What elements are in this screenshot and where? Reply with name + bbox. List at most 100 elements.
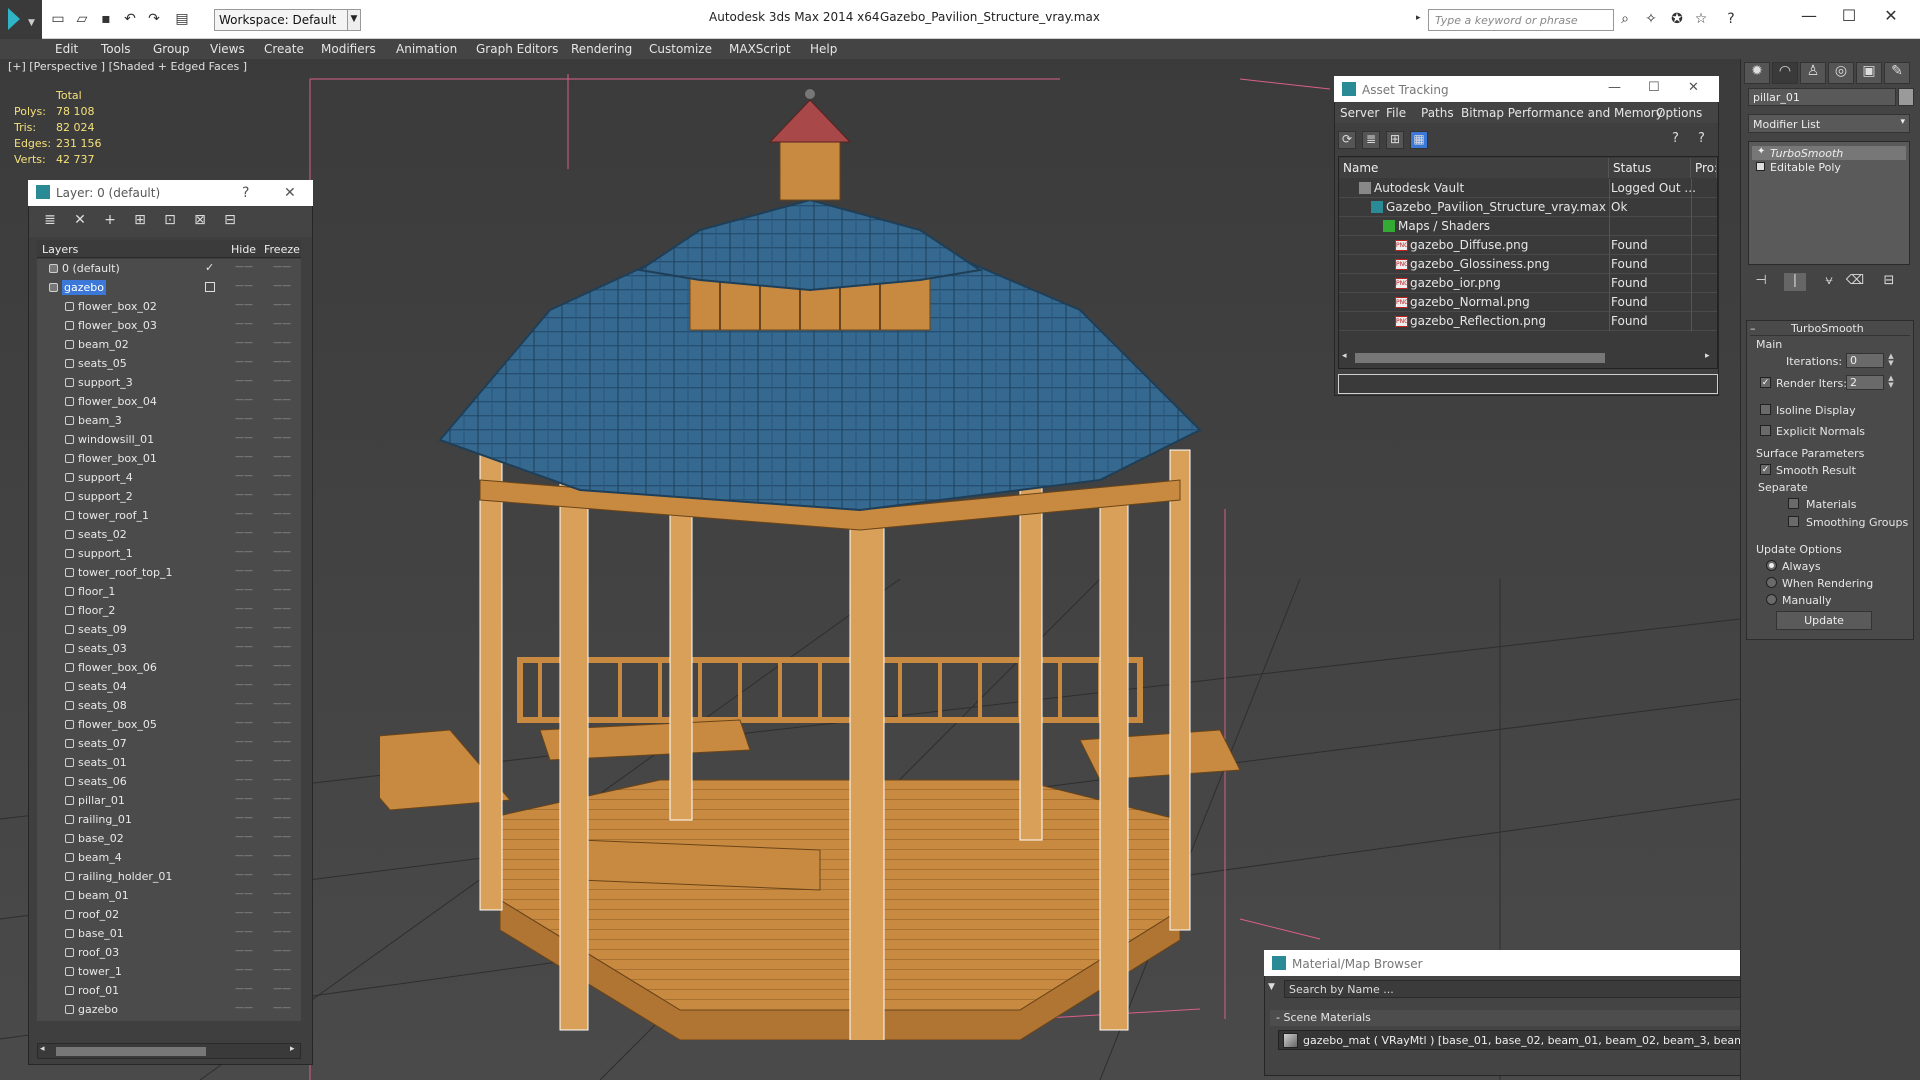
- object-row[interactable]: seats_07 —— ——: [37, 734, 301, 753]
- smoothing-groups-checkbox[interactable]: [1788, 516, 1799, 527]
- menu-tools[interactable]: Tools: [101, 42, 131, 56]
- hide-toggle-icon[interactable]: ——: [235, 395, 253, 405]
- delete-layer-icon[interactable]: ✕: [70, 212, 90, 232]
- hide-toggle-icon[interactable]: ——: [235, 338, 253, 348]
- render-iters-spinner[interactable]: 2: [1846, 375, 1884, 390]
- freeze-toggle-icon[interactable]: ——: [273, 737, 291, 747]
- materials-checkbox[interactable]: [1788, 498, 1799, 509]
- workspace-menu-arrow[interactable]: ▼: [347, 9, 361, 31]
- vault-help-icon[interactable]: ?: [1672, 131, 1679, 146]
- lightbulb-icon[interactable]: ✦: [1757, 146, 1765, 157]
- freeze-toggle-icon[interactable]: ——: [273, 718, 291, 728]
- hide-toggle-icon[interactable]: ——: [235, 889, 253, 899]
- hide-toggle-icon[interactable]: ——: [235, 357, 253, 367]
- hide-toggle-icon[interactable]: ——: [235, 281, 253, 291]
- hide-toggle-icon[interactable]: ——: [235, 528, 253, 538]
- menu-modifiers[interactable]: Modifiers: [321, 42, 376, 56]
- hide-toggle-icon[interactable]: ——: [235, 1003, 253, 1013]
- hide-toggle-icon[interactable]: ——: [235, 927, 253, 937]
- hide-toggle-icon[interactable]: ——: [235, 794, 253, 804]
- hide-toggle-icon[interactable]: ——: [235, 547, 253, 557]
- hide-toggle-icon[interactable]: ——: [235, 680, 253, 690]
- asset-row[interactable]: Maps / Shaders: [1339, 217, 1717, 236]
- hide-toggle-icon[interactable]: ——: [235, 585, 253, 595]
- object-row[interactable]: roof_03 —— ——: [37, 943, 301, 962]
- freeze-toggle-icon[interactable]: ——: [273, 756, 291, 766]
- freeze-toggle-icon[interactable]: ——: [273, 281, 291, 291]
- maximize-icon[interactable]: ☐: [1834, 6, 1864, 25]
- hide-toggle-icon[interactable]: ——: [235, 471, 253, 481]
- object-row[interactable]: base_01 —— ——: [37, 924, 301, 943]
- tree-view-icon[interactable]: ⊞: [1386, 131, 1404, 149]
- save-file-icon[interactable]: ▪: [96, 11, 116, 27]
- object-row[interactable]: gazebo —— ——: [37, 1000, 301, 1019]
- asset-path-field[interactable]: [1338, 374, 1718, 394]
- freeze-toggle-icon[interactable]: ——: [273, 775, 291, 785]
- object-row[interactable]: windowsill_01 —— ——: [37, 430, 301, 449]
- hide-toggle-icon[interactable]: ——: [235, 908, 253, 918]
- object-row[interactable]: floor_2 —— ——: [37, 601, 301, 620]
- configure-sets-icon[interactable]: ⊟: [1878, 273, 1900, 291]
- layers-column-header[interactable]: Layers: [42, 243, 78, 256]
- object-row[interactable]: seats_04 —— ——: [37, 677, 301, 696]
- scrollbar-thumb[interactable]: [1355, 353, 1605, 363]
- browser-options-icon[interactable]: ▼: [1268, 982, 1275, 992]
- freeze-toggle-icon[interactable]: ——: [273, 414, 291, 424]
- hide-toggle-icon[interactable]: ——: [235, 642, 253, 652]
- remove-modifier-icon[interactable]: ⌫: [1844, 273, 1866, 291]
- freeze-toggle-icon[interactable]: ——: [273, 490, 291, 500]
- maximize-icon[interactable]: ☐: [1648, 80, 1660, 95]
- pin-stack-icon[interactable]: ⊣: [1750, 273, 1772, 291]
- object-row[interactable]: seats_06 —— ——: [37, 772, 301, 791]
- display-tab-icon[interactable]: ▣: [1856, 62, 1882, 84]
- minimize-icon[interactable]: —: [1794, 6, 1824, 25]
- asset-menu-file[interactable]: File: [1386, 106, 1406, 120]
- freeze-toggle-icon[interactable]: ——: [273, 680, 291, 690]
- object-row[interactable]: beam_3 —— ——: [37, 411, 301, 430]
- workspace-dropdown[interactable]: Workspace: Default▾: [214, 9, 359, 31]
- asset-row[interactable]: PNG gazebo_Reflection.png Found: [1339, 312, 1717, 331]
- object-row[interactable]: seats_01 —— ——: [37, 753, 301, 772]
- freeze-toggle-icon[interactable]: ——: [273, 794, 291, 804]
- current-layer-check-icon[interactable]: ✓: [205, 261, 214, 274]
- freeze-toggle-icon[interactable]: ——: [273, 604, 291, 614]
- hide-toggle-icon[interactable]: ——: [235, 756, 253, 766]
- when-rendering-radio[interactable]: [1766, 577, 1777, 588]
- object-row[interactable]: beam_01 —— ——: [37, 886, 301, 905]
- object-row[interactable]: tower_roof_1 —— ——: [37, 506, 301, 525]
- always-radio[interactable]: [1766, 560, 1777, 571]
- isoline-display-checkbox[interactable]: [1760, 404, 1771, 415]
- undo-icon[interactable]: ↶: [120, 11, 140, 27]
- freeze-toggle-icon[interactable]: ——: [273, 623, 291, 633]
- menu-help[interactable]: Help: [810, 42, 837, 56]
- search-input[interactable]: Type a keyword or phrase: [1428, 9, 1614, 31]
- explicit-normals-checkbox[interactable]: [1760, 425, 1771, 436]
- hide-column-header[interactable]: Hide: [231, 243, 256, 256]
- hide-toggle-icon[interactable]: ——: [235, 414, 253, 424]
- spinner-arrows-icon[interactable]: ▲ ▼: [1886, 375, 1896, 390]
- asset-row[interactable]: PNG gazebo_Diffuse.png Found: [1339, 236, 1717, 255]
- freeze-toggle-icon[interactable]: ——: [273, 319, 291, 329]
- stack-item-editable-poly[interactable]: Editable Poly: [1752, 160, 1906, 174]
- scroll-left-icon[interactable]: ◂: [1342, 351, 1347, 361]
- freeze-toggle-icon[interactable]: ——: [273, 1003, 291, 1013]
- object-row[interactable]: beam_02 —— ——: [37, 335, 301, 354]
- freeze-toggle-icon[interactable]: ——: [273, 433, 291, 443]
- object-row[interactable]: railing_holder_01 —— ——: [37, 867, 301, 886]
- asset-row[interactable]: Gazebo_Pavilion_Structure_vray.max Ok: [1339, 198, 1717, 217]
- render-iters-checkbox[interactable]: ✓: [1760, 377, 1771, 388]
- set-current-layer-icon[interactable]: ⊠: [190, 212, 210, 232]
- hide-toggle-icon[interactable]: ——: [235, 965, 253, 975]
- asset-row[interactable]: PNG gazebo_Glossiness.png Found: [1339, 255, 1717, 274]
- freeze-toggle-icon[interactable]: ——: [273, 376, 291, 386]
- redo-icon[interactable]: ↷: [144, 11, 164, 27]
- scrollbar-thumb[interactable]: [56, 1047, 206, 1056]
- freeze-toggle-icon[interactable]: ——: [273, 832, 291, 842]
- spinner-arrows-icon[interactable]: ▲ ▼: [1886, 353, 1896, 368]
- freeze-toggle-icon[interactable]: ——: [273, 452, 291, 462]
- layer-row[interactable]: 0 (default) ✓ —— ——: [37, 259, 301, 278]
- close-icon[interactable]: ✕: [284, 185, 296, 201]
- hide-toggle-icon[interactable]: ——: [235, 490, 253, 500]
- freeze-column-header[interactable]: Freeze: [264, 243, 300, 256]
- object-row[interactable]: seats_08 —— ——: [37, 696, 301, 715]
